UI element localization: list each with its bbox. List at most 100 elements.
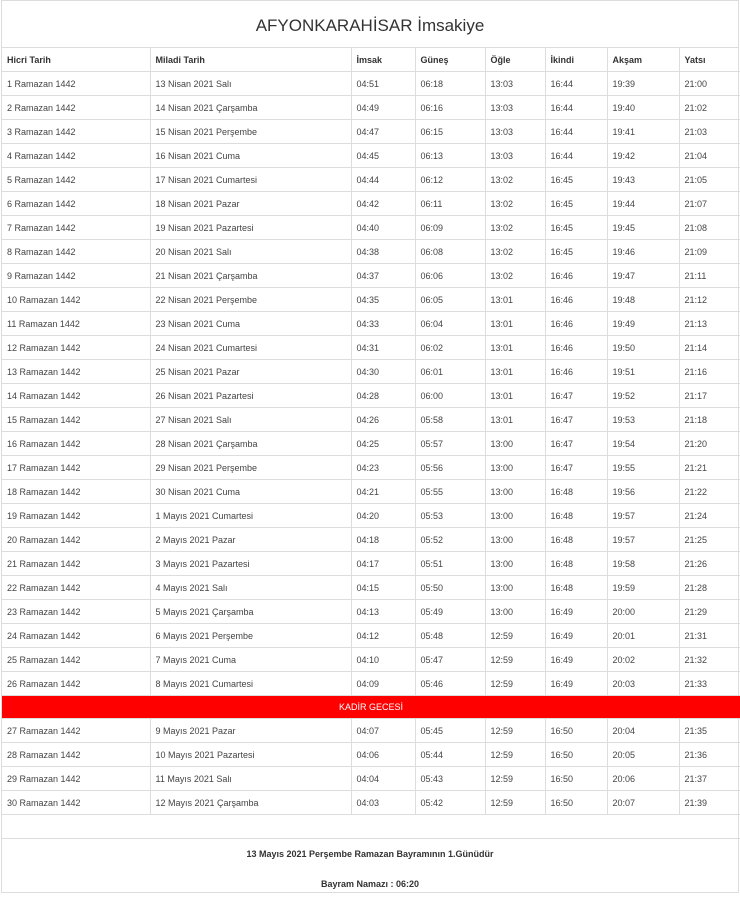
- table-row: 12 Ramazan 1442 24 Nisan 2021 Cumartesi 04…: [2, 335, 740, 360]
- table-cell: 13:00: [485, 575, 546, 600]
- table-cell: 19:41: [607, 119, 680, 144]
- table-cell: 19:56: [607, 479, 680, 504]
- table-row: 25 Ramazan 1442 7 Mayıs 2021 Cuma 04:10 05:…: [2, 647, 740, 672]
- table-cell: 12:59: [485, 671, 546, 696]
- table-cell: 16:46: [545, 335, 608, 360]
- table-cell: 04:44: [351, 167, 416, 192]
- blank-row: [2, 814, 740, 839]
- table-cell: 16:47: [545, 455, 608, 480]
- table-cell: 04:15: [351, 575, 416, 600]
- table-cell: 21:29: [679, 599, 740, 624]
- table-cell: 13 Nisan 2021 Salı: [150, 71, 352, 96]
- header-aksam: Akşam: [607, 48, 680, 72]
- table-cell: 19:52: [607, 383, 680, 408]
- table-cell: 16 Ramazan 1442: [2, 431, 151, 456]
- table-cell: 4 Ramazan 1442: [2, 143, 151, 168]
- table-cell: 21:31: [679, 623, 740, 648]
- table-cell: 06:06: [415, 263, 486, 288]
- table-cell: 25 Nisan 2021 Pazar: [150, 359, 352, 384]
- table-cell: 06:18: [415, 71, 486, 96]
- table-cell: 4 Mayıs 2021 Salı: [150, 575, 352, 600]
- table-header-row: Hicri Tarih Miladi Tarih İmsak Güneş Öğl…: [2, 48, 740, 72]
- table-cell: 19:48: [607, 287, 680, 312]
- table-cell: 13:03: [485, 95, 546, 120]
- table-cell: 21:08: [679, 215, 740, 240]
- table-cell: 3 Ramazan 1442: [2, 119, 151, 144]
- table-cell: 21:20: [679, 431, 740, 456]
- table-row: 24 Ramazan 1442 6 Mayıs 2021 Perşembe 04:1…: [2, 623, 740, 648]
- table-cell: 04:07: [351, 718, 416, 743]
- table-cell: 27 Ramazan 1442: [2, 718, 151, 743]
- table-cell: 13:01: [485, 407, 546, 432]
- table-cell: 13:01: [485, 311, 546, 336]
- table-cell: 1 Mayıs 2021 Cumartesi: [150, 503, 352, 528]
- table-cell: 16:48: [545, 503, 608, 528]
- table-cell: 04:45: [351, 143, 416, 168]
- table-cell: 8 Mayıs 2021 Cumartesi: [150, 671, 352, 696]
- table-cell: 16:48: [545, 479, 608, 504]
- table-cell: 17 Ramazan 1442: [2, 455, 151, 480]
- table-cell: 15 Nisan 2021 Perşembe: [150, 119, 352, 144]
- table-cell: 19:46: [607, 239, 680, 264]
- header-gunes: Güneş: [415, 48, 486, 72]
- table-cell: 21:16: [679, 359, 740, 384]
- table-cell: 13:02: [485, 167, 546, 192]
- table-cell: 12:59: [485, 647, 546, 672]
- table-cell: 13:03: [485, 119, 546, 144]
- table-cell: 11 Ramazan 1442: [2, 311, 151, 336]
- table-cell: 13:00: [485, 431, 546, 456]
- table-cell: 14 Ramazan 1442: [2, 383, 151, 408]
- table-cell: 13:00: [485, 479, 546, 504]
- table-cell: 13:00: [485, 551, 546, 576]
- table-cell: 9 Ramazan 1442: [2, 263, 151, 288]
- table-cell: 16:50: [545, 790, 608, 815]
- table-cell: 16:49: [545, 599, 608, 624]
- header-hicri-tarih: Hicri Tarih: [2, 48, 151, 72]
- table-cell: 04:25: [351, 431, 416, 456]
- table-row: 4 Ramazan 1442 16 Nisan 2021 Cuma 04:45 06:…: [2, 143, 740, 168]
- table-row: 16 Ramazan 1442 28 Nisan 2021 Çarşamba 04:…: [2, 431, 740, 456]
- table-cell: 05:49: [415, 599, 486, 624]
- table-cell: 21:24: [679, 503, 740, 528]
- table-cell: 16:44: [545, 71, 608, 96]
- table-cell: 12:59: [485, 790, 546, 815]
- header-imsak: İmsak: [351, 48, 416, 72]
- table-row: 26 Ramazan 1442 8 Mayıs 2021 Cumartesi 04:…: [2, 671, 740, 696]
- table-row: 17 Ramazan 1442 29 Nisan 2021 Perşembe 04:…: [2, 455, 740, 480]
- table-cell: 21:35: [679, 718, 740, 743]
- table-cell: 16:48: [545, 551, 608, 576]
- table-body: 1 Ramazan 1442 13 Nisan 2021 Salı 04:51 06:…: [2, 71, 740, 839]
- table-cell: 26 Nisan 2021 Pazartesi: [150, 383, 352, 408]
- table-cell: 05:43: [415, 766, 486, 791]
- table-cell: 21:14: [679, 335, 740, 360]
- table-cell: 16:46: [545, 263, 608, 288]
- table-row: 30 Ramazan 1442 12 Mayıs 2021 Çarşamba 04:…: [2, 790, 740, 815]
- table-cell: 12 Mayıs 2021 Çarşamba: [150, 790, 352, 815]
- table-cell: 21:12: [679, 287, 740, 312]
- table-cell: 05:57: [415, 431, 486, 456]
- table-cell: 13:01: [485, 383, 546, 408]
- header-ogle: Öğle: [485, 48, 546, 72]
- table-cell: 21:13: [679, 311, 740, 336]
- table-cell: 16:47: [545, 431, 608, 456]
- table-cell: 05:51: [415, 551, 486, 576]
- table-cell: 28 Nisan 2021 Çarşamba: [150, 431, 352, 456]
- table-cell: 20 Nisan 2021 Salı: [150, 239, 352, 264]
- table-cell: 12:59: [485, 742, 546, 767]
- table-row: 20 Ramazan 1442 2 Mayıs 2021 Pazar 04:18 05…: [2, 527, 740, 552]
- table-cell: 05:46: [415, 671, 486, 696]
- table-cell: 04:04: [351, 766, 416, 791]
- table-cell: 05:52: [415, 527, 486, 552]
- table-cell: 2 Mayıs 2021 Pazar: [150, 527, 352, 552]
- blank-cell: [2, 814, 740, 839]
- table-cell: 04:49: [351, 95, 416, 120]
- table-cell: 13:01: [485, 287, 546, 312]
- table-cell: 04:18: [351, 527, 416, 552]
- table-cell: 05:50: [415, 575, 486, 600]
- table-cell: 21:26: [679, 551, 740, 576]
- table-cell: 30 Ramazan 1442: [2, 790, 151, 815]
- table-cell: 16:45: [545, 191, 608, 216]
- table-cell: 13 Ramazan 1442: [2, 359, 151, 384]
- table-cell: 16:50: [545, 742, 608, 767]
- table-row: 1 Ramazan 1442 13 Nisan 2021 Salı 04:51 06:…: [2, 71, 740, 96]
